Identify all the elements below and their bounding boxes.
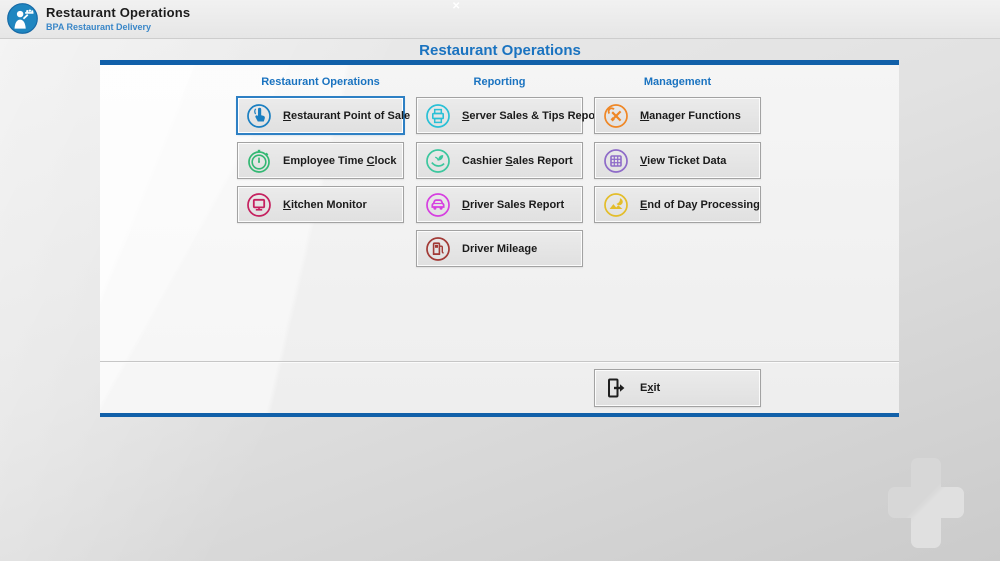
close-icon[interactable]: ✕ (452, 1, 460, 12)
window-titlebar: Restaurant Operations BPA Restaurant Del… (0, 0, 1000, 39)
button-label: End of Day Processing (640, 199, 760, 211)
touch-pos-icon (246, 103, 272, 129)
button-label: Exit (640, 382, 660, 394)
grid-icon (603, 148, 629, 174)
driver-mileage-button[interactable]: Driver Mileage (416, 230, 583, 267)
driver-sales-report-button[interactable]: Driver Sales Report (416, 186, 583, 223)
end-of-day-processing-button[interactable]: End of Day Processing (594, 186, 761, 223)
button-label: Employee Time Clock (283, 155, 397, 167)
sunset-icon (603, 192, 629, 218)
tools-icon (603, 103, 629, 129)
kitchen-monitor-icon (246, 192, 272, 218)
exit-icon (603, 375, 629, 401)
button-label: View Ticket Data (640, 155, 726, 167)
main-panel: Restaurant Operations Reporting Manageme… (100, 65, 899, 413)
bottom-accent-rule (100, 413, 899, 417)
car-icon (425, 192, 451, 218)
exit-button[interactable]: Exit (594, 369, 761, 407)
section-header-reporting: Reporting (416, 76, 583, 88)
stopwatch-icon (246, 148, 272, 174)
button-label: Server Sales & Tips Report (462, 110, 603, 122)
manager-functions-button[interactable]: Manager Functions (594, 97, 761, 134)
button-label: Restaurant Point of Sale (283, 110, 410, 122)
app-logo-waiter-icon (7, 3, 38, 34)
brand-watermark-cross (888, 458, 964, 548)
server-sales-tips-report-button[interactable]: Server Sales & Tips Report (416, 97, 583, 134)
app-subtitle: BPA Restaurant Delivery (46, 22, 151, 32)
cashier-sales-report-button[interactable]: Cashier Sales Report (416, 142, 583, 179)
button-label: Kitchen Monitor (283, 199, 367, 211)
printer-icon (425, 103, 451, 129)
section-header-restaurant-operations: Restaurant Operations (237, 76, 404, 88)
footer-divider (100, 361, 899, 363)
hand-money-icon (425, 148, 451, 174)
fuel-pump-icon (425, 236, 451, 262)
restaurant-point-of-sale-button[interactable]: Restaurant Point of Sale (237, 97, 404, 134)
button-label: Driver Mileage (462, 243, 537, 255)
view-ticket-data-button[interactable]: View Ticket Data (594, 142, 761, 179)
kitchen-monitor-button[interactable]: Kitchen Monitor (237, 186, 404, 223)
employee-time-clock-button[interactable]: Employee Time Clock (237, 142, 404, 179)
button-label: Driver Sales Report (462, 199, 564, 211)
section-header-management: Management (594, 76, 761, 88)
restaurant-operations-window: Restaurant Operations BPA Restaurant Del… (0, 0, 1000, 561)
button-label: Manager Functions (640, 110, 741, 122)
app-title: Restaurant Operations (46, 5, 190, 20)
page-title: Restaurant Operations (0, 42, 1000, 59)
button-label: Cashier Sales Report (462, 155, 573, 167)
